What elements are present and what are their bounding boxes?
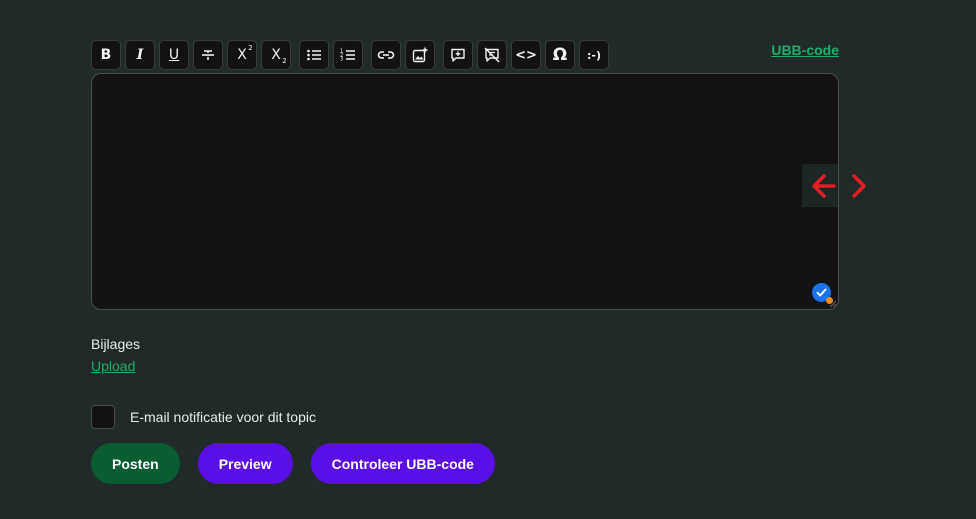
- bold-button[interactable]: B: [91, 40, 121, 70]
- numbered-list-icon: 1 2 3: [340, 49, 355, 63]
- quote-button[interactable]: [443, 40, 473, 70]
- svg-text:3: 3: [340, 57, 343, 63]
- attachments-section: Bijlages Upload: [91, 336, 140, 376]
- preview-button[interactable]: Preview: [197, 443, 293, 484]
- strikethrough-button[interactable]: [193, 40, 223, 70]
- insert-group: [371, 40, 435, 70]
- superscript-icon: X2: [237, 44, 253, 63]
- underline-icon: U: [168, 47, 180, 63]
- resize-grip-icon[interactable]: [829, 300, 837, 308]
- formatting-toolbar: B I U X2 X2 1 2 3 <> Ω:-) UBB-code: [91, 40, 839, 70]
- spoiler-button[interactable]: [477, 40, 507, 70]
- link-button[interactable]: [371, 40, 401, 70]
- email-notification-label[interactable]: E-mail notificatie voor dit topic: [130, 409, 316, 425]
- strikethrough-icon: [202, 50, 214, 60]
- italic-button[interactable]: I: [125, 40, 155, 70]
- check-ubb-code-button[interactable]: Controleer UBB-code: [310, 443, 495, 484]
- image-button[interactable]: [405, 40, 435, 70]
- superscript-button[interactable]: X2: [227, 40, 257, 70]
- numbered-list-button[interactable]: 1 2 3: [333, 40, 363, 70]
- smiley-icon: :-): [587, 48, 601, 62]
- link-icon: [377, 51, 395, 59]
- text-style-group: B I U X2 X2: [91, 40, 291, 70]
- underline-button[interactable]: U: [159, 40, 189, 70]
- email-notification-row: E-mail notificatie voor dit topic: [91, 405, 316, 429]
- post-button[interactable]: Posten: [91, 443, 180, 484]
- resize-arrows-icon: [812, 174, 866, 198]
- form-actions: Posten Preview Controleer UBB-code: [91, 443, 495, 484]
- attachments-title: Bijlages: [91, 336, 141, 352]
- list-group: 1 2 3: [299, 40, 363, 70]
- message-textarea[interactable]: [91, 73, 839, 310]
- special-char-button[interactable]: Ω: [545, 40, 575, 70]
- code-icon: <>: [515, 47, 537, 63]
- comment-off-icon: [484, 47, 500, 63]
- smiley-button[interactable]: :-): [579, 40, 609, 70]
- ubb-code-link[interactable]: UBB-code: [771, 42, 839, 58]
- code-button[interactable]: <>: [511, 40, 541, 70]
- horizontal-resize-handle[interactable]: [802, 164, 868, 207]
- checkmark-icon: [816, 288, 827, 297]
- omega-icon: Ω: [552, 44, 568, 65]
- bullet-list-button[interactable]: [299, 40, 329, 70]
- upload-link[interactable]: Upload: [91, 358, 135, 374]
- add-image-icon: [412, 47, 428, 63]
- subscript-button[interactable]: X2: [261, 40, 291, 70]
- add-comment-icon: [451, 48, 465, 62]
- subscript-icon: X2: [271, 47, 287, 65]
- post-editor: B I U X2 X2 1 2 3 <> Ω:-) UBB-code: [91, 40, 839, 310]
- email-notification-checkbox[interactable]: [91, 405, 115, 429]
- italic-icon: I: [136, 47, 144, 63]
- block-group: <> Ω :-): [443, 40, 609, 70]
- bullet-list-icon: [307, 49, 321, 61]
- bold-icon: B: [100, 47, 112, 63]
